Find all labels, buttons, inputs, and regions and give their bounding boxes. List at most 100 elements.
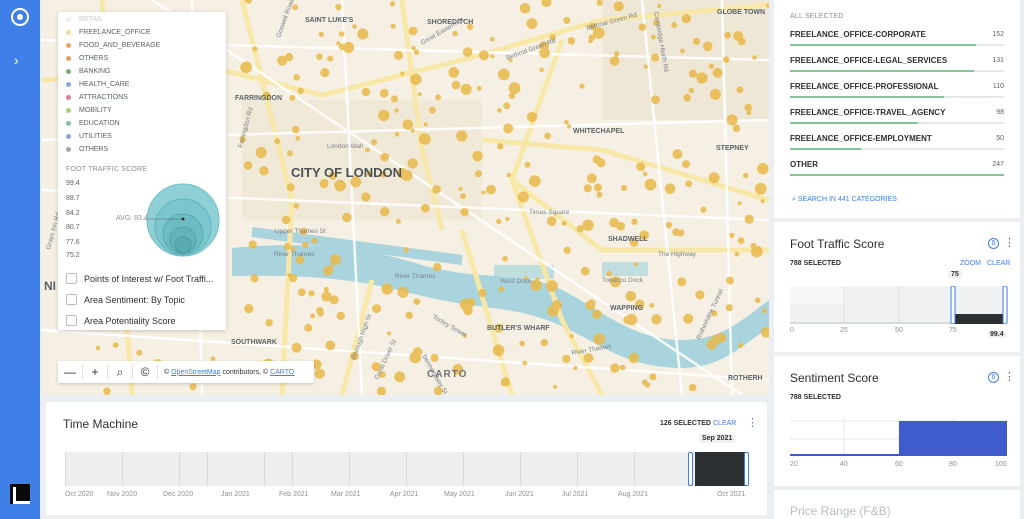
poi-point[interactable]	[240, 61, 253, 74]
poi-point[interactable]	[289, 94, 296, 101]
poi-point[interactable]	[334, 179, 346, 192]
range-handle-start[interactable]	[950, 286, 956, 324]
poi-point[interactable]	[319, 179, 329, 189]
poi-point[interactable]	[561, 220, 567, 226]
layer-toggle[interactable]: Points of Interest w/ Foot Traffi...	[66, 273, 213, 284]
carto-logo-icon[interactable]	[11, 8, 29, 26]
selected-range-bar[interactable]	[695, 452, 747, 486]
poi-point[interactable]	[760, 199, 765, 204]
poi-point[interactable]	[244, 304, 254, 314]
poi-point[interactable]	[295, 136, 300, 141]
histogram-bar[interactable]	[899, 421, 1007, 456]
poi-point[interactable]	[311, 237, 318, 244]
poi-point[interactable]	[497, 143, 504, 150]
poi-point[interactable]	[136, 349, 143, 356]
poi-point[interactable]	[379, 88, 389, 98]
poi-point[interactable]	[460, 193, 466, 200]
poi-point[interactable]	[761, 308, 767, 314]
poi-point[interactable]	[609, 56, 620, 66]
range-handle-start[interactable]	[688, 452, 693, 486]
poi-point[interactable]	[732, 124, 741, 133]
poi-point[interactable]	[737, 237, 745, 244]
category-item[interactable]: FREELANCE_OFFICE-TRAVEL_AGENCY 98	[790, 108, 1004, 124]
poi-point[interactable]	[522, 360, 528, 366]
range-handle-end[interactable]	[1002, 286, 1008, 324]
poi-point[interactable]	[567, 37, 576, 45]
poi-point[interactable]	[321, 291, 332, 302]
histogram-bar-selected[interactable]	[953, 314, 1006, 324]
poi-point[interactable]	[518, 192, 527, 201]
histogram-bar[interactable]	[790, 454, 899, 456]
poi-point[interactable]	[613, 1, 624, 12]
poi-point[interactable]	[657, 3, 662, 9]
poi-point[interactable]	[357, 28, 369, 40]
poi-point[interactable]	[371, 139, 378, 146]
poi-point[interactable]	[726, 114, 738, 126]
osm-link[interactable]: OpenStreetMap	[171, 369, 220, 376]
poi-point[interactable]	[552, 300, 562, 310]
poi-point[interactable]	[671, 22, 678, 28]
info-icon[interactable]: 6	[988, 238, 999, 249]
poi-point[interactable]	[405, 311, 413, 320]
poi-point[interactable]	[95, 345, 101, 351]
poi-point[interactable]	[411, 46, 416, 51]
poi-point[interactable]	[389, 1, 396, 7]
poi-point[interactable]	[336, 311, 345, 320]
poi-point[interactable]	[364, 147, 370, 153]
poi-point[interactable]	[564, 120, 569, 125]
poi-point[interactable]	[397, 286, 409, 298]
poi-point[interactable]	[625, 291, 637, 302]
poi-point[interactable]	[481, 190, 486, 195]
poi-point[interactable]	[465, 297, 476, 308]
category-item[interactable]: FREELANCE_OFFICE-LEGAL_SERVICES 131	[790, 56, 1004, 72]
sentiment-histogram[interactable]	[790, 418, 1008, 458]
poi-point[interactable]	[297, 87, 304, 95]
poi-point[interactable]	[649, 303, 655, 308]
poi-point[interactable]	[672, 228, 681, 237]
poi-point[interactable]	[285, 53, 294, 62]
poi-point[interactable]	[619, 364, 626, 371]
poi-point[interactable]	[737, 37, 746, 46]
poi-point[interactable]	[413, 49, 420, 55]
poi-point[interactable]	[729, 232, 735, 238]
poi-point[interactable]	[524, 161, 531, 168]
poi-point[interactable]	[688, 87, 695, 94]
poi-point[interactable]	[563, 246, 571, 254]
layer-toggle[interactable]: Area Potentiality Score	[66, 315, 176, 326]
poi-point[interactable]	[700, 206, 707, 213]
poi-point[interactable]	[723, 56, 730, 63]
poi-point[interactable]	[744, 103, 752, 112]
foot-traffic-histogram[interactable]	[790, 286, 1008, 324]
poi-point[interactable]	[338, 31, 345, 37]
poi-point[interactable]	[744, 214, 754, 224]
poi-point[interactable]	[677, 277, 687, 287]
checkbox[interactable]	[66, 273, 77, 284]
category-item[interactable]: FREELANCE_OFFICE-EMPLOYMENT 50	[790, 134, 1004, 150]
poi-point[interactable]	[519, 3, 531, 14]
poi-point[interactable]	[503, 102, 511, 110]
more-options-icon[interactable]: ⋮	[1004, 370, 1015, 383]
zoom-in-button[interactable]: +	[83, 365, 107, 379]
poi-point[interactable]	[265, 318, 273, 327]
poi-point[interactable]	[387, 331, 392, 336]
poi-point[interactable]	[112, 342, 119, 348]
poi-point[interactable]	[372, 304, 382, 314]
poi-point[interactable]	[573, 365, 578, 371]
poi-point[interactable]	[746, 110, 752, 116]
poi-point[interactable]	[428, 106, 436, 114]
poi-point[interactable]	[638, 23, 647, 31]
poi-point[interactable]	[751, 245, 763, 258]
poi-point[interactable]	[390, 23, 396, 29]
poi-point[interactable]	[592, 309, 602, 320]
poi-point[interactable]	[725, 304, 733, 312]
poi-point[interactable]	[297, 288, 306, 297]
poi-point[interactable]	[562, 354, 571, 363]
poi-point[interactable]	[497, 108, 502, 113]
poi-point[interactable]	[683, 313, 694, 324]
poi-point[interactable]	[672, 149, 683, 160]
poi-point[interactable]	[503, 123, 514, 134]
category-item[interactable]: OTHER 247	[790, 160, 1004, 176]
chevron-right-icon[interactable]: ›	[14, 52, 19, 68]
poi-point[interactable]	[472, 150, 483, 162]
poi-point[interactable]	[579, 83, 585, 89]
